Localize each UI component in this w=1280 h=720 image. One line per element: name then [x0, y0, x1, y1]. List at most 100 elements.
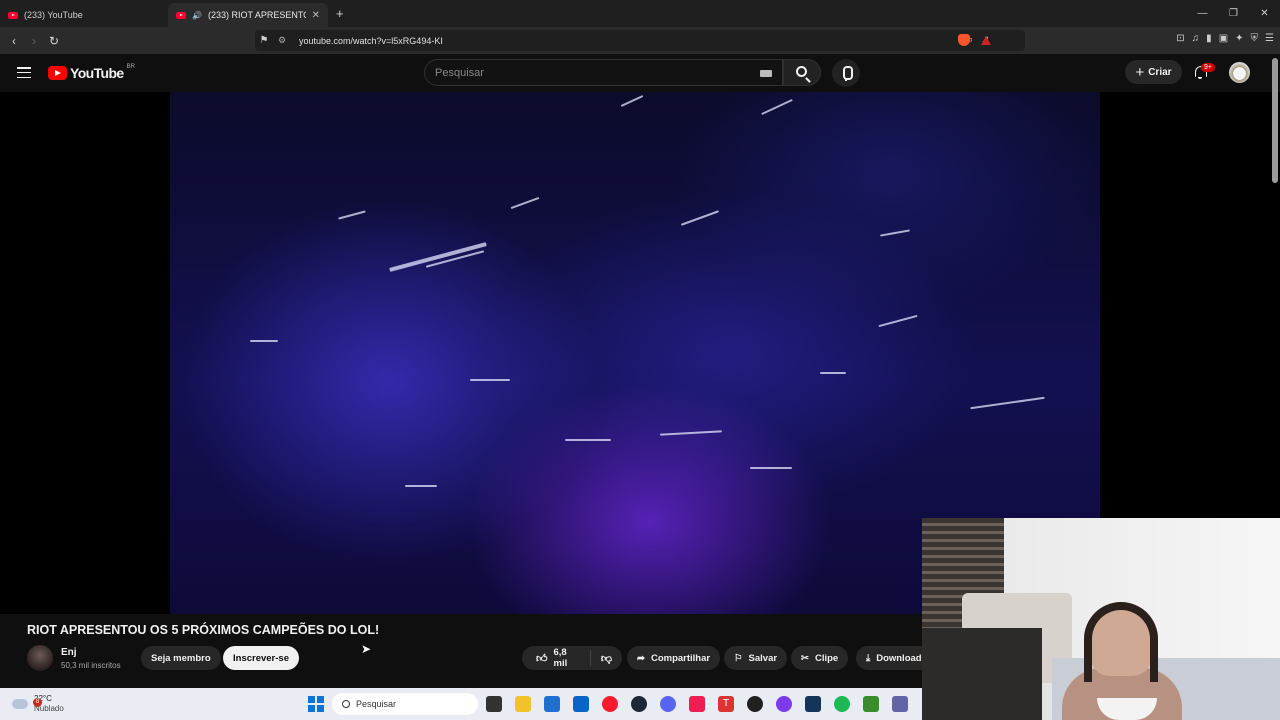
spotify-icon[interactable]: [834, 696, 850, 712]
search-input[interactable]: Pesquisar: [424, 59, 783, 86]
search-placeholder: Pesquisar: [435, 67, 484, 79]
opera-gx-icon[interactable]: [602, 696, 618, 712]
text-app-icon[interactable]: T: [718, 696, 734, 712]
youtube-header: YouTube BR Pesquisar + Criar 9+: [0, 54, 1280, 92]
back-button[interactable]: ‹: [4, 34, 24, 48]
site-info-icon[interactable]: ⚙: [273, 35, 291, 46]
steam-icon[interactable]: [631, 696, 647, 712]
dislike-button[interactable]: 👎︎: [591, 652, 622, 665]
leo-ai-icon[interactable]: ✦: [1235, 33, 1243, 44]
create-button[interactable]: + Criar: [1125, 60, 1182, 84]
league-client-icon[interactable]: [805, 696, 821, 712]
media-icon[interactable]: ♫: [1192, 33, 1200, 44]
window-controls: — ❐ ✕: [1187, 0, 1280, 27]
taskbar-apps: T: [486, 696, 908, 712]
tab-title: (233) RIOT APRESENTOU OS: [207, 10, 306, 20]
light-streak: [389, 242, 487, 272]
create-label: Criar: [1148, 66, 1172, 78]
youtube-favicon-icon: [8, 11, 18, 19]
new-tab-button[interactable]: +: [336, 6, 344, 21]
join-label: Seja membro: [151, 652, 211, 664]
twitch-icon[interactable]: [776, 696, 792, 712]
discord-icon[interactable]: [660, 696, 676, 712]
youtube-logo[interactable]: YouTube BR: [48, 64, 135, 81]
light-streak: [338, 210, 366, 220]
thumbs-down-icon: 👎︎: [600, 652, 612, 665]
windows-start-icon[interactable]: [308, 696, 324, 712]
save-button[interactable]: ⚐ Salvar: [724, 646, 788, 670]
page-scrollbar[interactable]: [1272, 58, 1278, 183]
taskbar-search[interactable]: Pesquisar: [332, 693, 478, 715]
reload-button[interactable]: ↻: [44, 34, 64, 48]
guide-menu-icon[interactable]: [17, 67, 31, 78]
webcam-headphones: [1084, 602, 1158, 682]
subscribe-button[interactable]: Inscrever-se: [223, 646, 299, 670]
bookmark-icon[interactable]: ⚑: [255, 35, 273, 46]
light-streak: [880, 229, 910, 237]
subscriber-count: 50,3 mil inscritos: [61, 661, 121, 670]
browser-toolbar: ‹ › ↻ ⚑ ⚙ youtube.com/watch?v=l5xRG494-K…: [0, 27, 1280, 54]
sidebar-icon[interactable]: ▮: [1206, 33, 1212, 44]
subscribe-label: Inscrever-se: [233, 652, 289, 664]
close-window-button[interactable]: ✕: [1249, 0, 1280, 27]
minimize-button[interactable]: —: [1187, 0, 1218, 27]
clip-button[interactable]: ✂ Clipe: [791, 646, 849, 670]
account-avatar[interactable]: [1229, 62, 1250, 83]
light-streak: [405, 485, 437, 487]
search-icon: [796, 66, 807, 77]
forward-button[interactable]: ›: [24, 34, 44, 48]
tab-title: (233) YouTube: [24, 10, 83, 20]
download-label: Download: [876, 652, 922, 664]
youtube-play-logo-icon: [48, 66, 67, 80]
brave-rewards-icon[interactable]: [981, 36, 991, 45]
screenshot-icon[interactable]: ⊡: [1176, 33, 1184, 44]
teams-icon[interactable]: [892, 696, 908, 712]
share-button[interactable]: ➦ Compartilhar: [627, 646, 721, 670]
browser-extensions: ⊡ ♫ ▮ ▣ ✦ ⛨ ☰: [1176, 33, 1274, 44]
weather-badge: 8: [33, 698, 42, 707]
minecraft-icon[interactable]: [863, 696, 879, 712]
keyboard-icon[interactable]: [760, 70, 772, 77]
outlook-icon[interactable]: [573, 696, 589, 712]
light-streak: [250, 340, 278, 342]
search-button[interactable]: [783, 59, 821, 86]
obs-icon[interactable]: [747, 696, 763, 712]
channel-avatar[interactable]: [27, 645, 53, 671]
light-streak: [820, 372, 846, 374]
bookmark-icon: ⚐: [734, 652, 743, 664]
tab-youtube-home[interactable]: (233) YouTube: [0, 3, 160, 27]
url-text: youtube.com/watch?v=l5xRG494-KI: [299, 35, 443, 46]
voice-search-button[interactable]: [832, 59, 860, 87]
tiktok-icon[interactable]: [689, 696, 705, 712]
webcam-overlay: [922, 518, 1280, 720]
like-button[interactable]: 👍︎ 6,8 mil: [522, 647, 591, 669]
weather-widget[interactable]: 8 22°C Nublado: [12, 694, 64, 714]
scissors-icon: ✂: [801, 652, 809, 664]
mouse-cursor-icon: ➤: [361, 642, 372, 656]
task-view-icon[interactable]: [486, 696, 502, 712]
light-streak: [680, 210, 720, 226]
search-icon: [342, 700, 350, 708]
vpn-icon[interactable]: ⛨: [1251, 33, 1259, 44]
wallet-icon[interactable]: ▣: [1219, 33, 1228, 44]
light-streak: [620, 95, 644, 107]
store-icon[interactable]: [544, 696, 560, 712]
download-button[interactable]: ⤓ Download: [856, 646, 922, 670]
address-bar[interactable]: ⚑ ⚙ youtube.com/watch?v=l5xRG494-KI ▭ ↗: [255, 30, 1025, 51]
light-streak: [659, 430, 723, 436]
brave-shields-icon[interactable]: [958, 34, 970, 46]
youtube-favicon-icon: [176, 11, 186, 19]
like-dislike-group: 👍︎ 6,8 mil 👎︎: [522, 646, 622, 670]
tab-close-icon[interactable]: ✕: [312, 10, 320, 21]
light-streak: [510, 196, 540, 210]
file-explorer-icon[interactable]: [515, 696, 531, 712]
country-code: BR: [126, 64, 135, 70]
maximize-button[interactable]: ❐: [1218, 0, 1249, 27]
join-button[interactable]: Seja membro: [141, 646, 221, 670]
channel-name[interactable]: Enj: [61, 647, 77, 658]
browser-menu-icon[interactable]: ☰: [1265, 33, 1274, 44]
share-icon: ➦: [637, 652, 645, 664]
video-title: RIOT APRESENTOU OS 5 PRÓXIMOS CAMPEÕES D…: [27, 623, 380, 637]
cloud-icon: [12, 699, 28, 709]
tab-video[interactable]: 🔊 (233) RIOT APRESENTOU OS ✕: [168, 3, 328, 27]
